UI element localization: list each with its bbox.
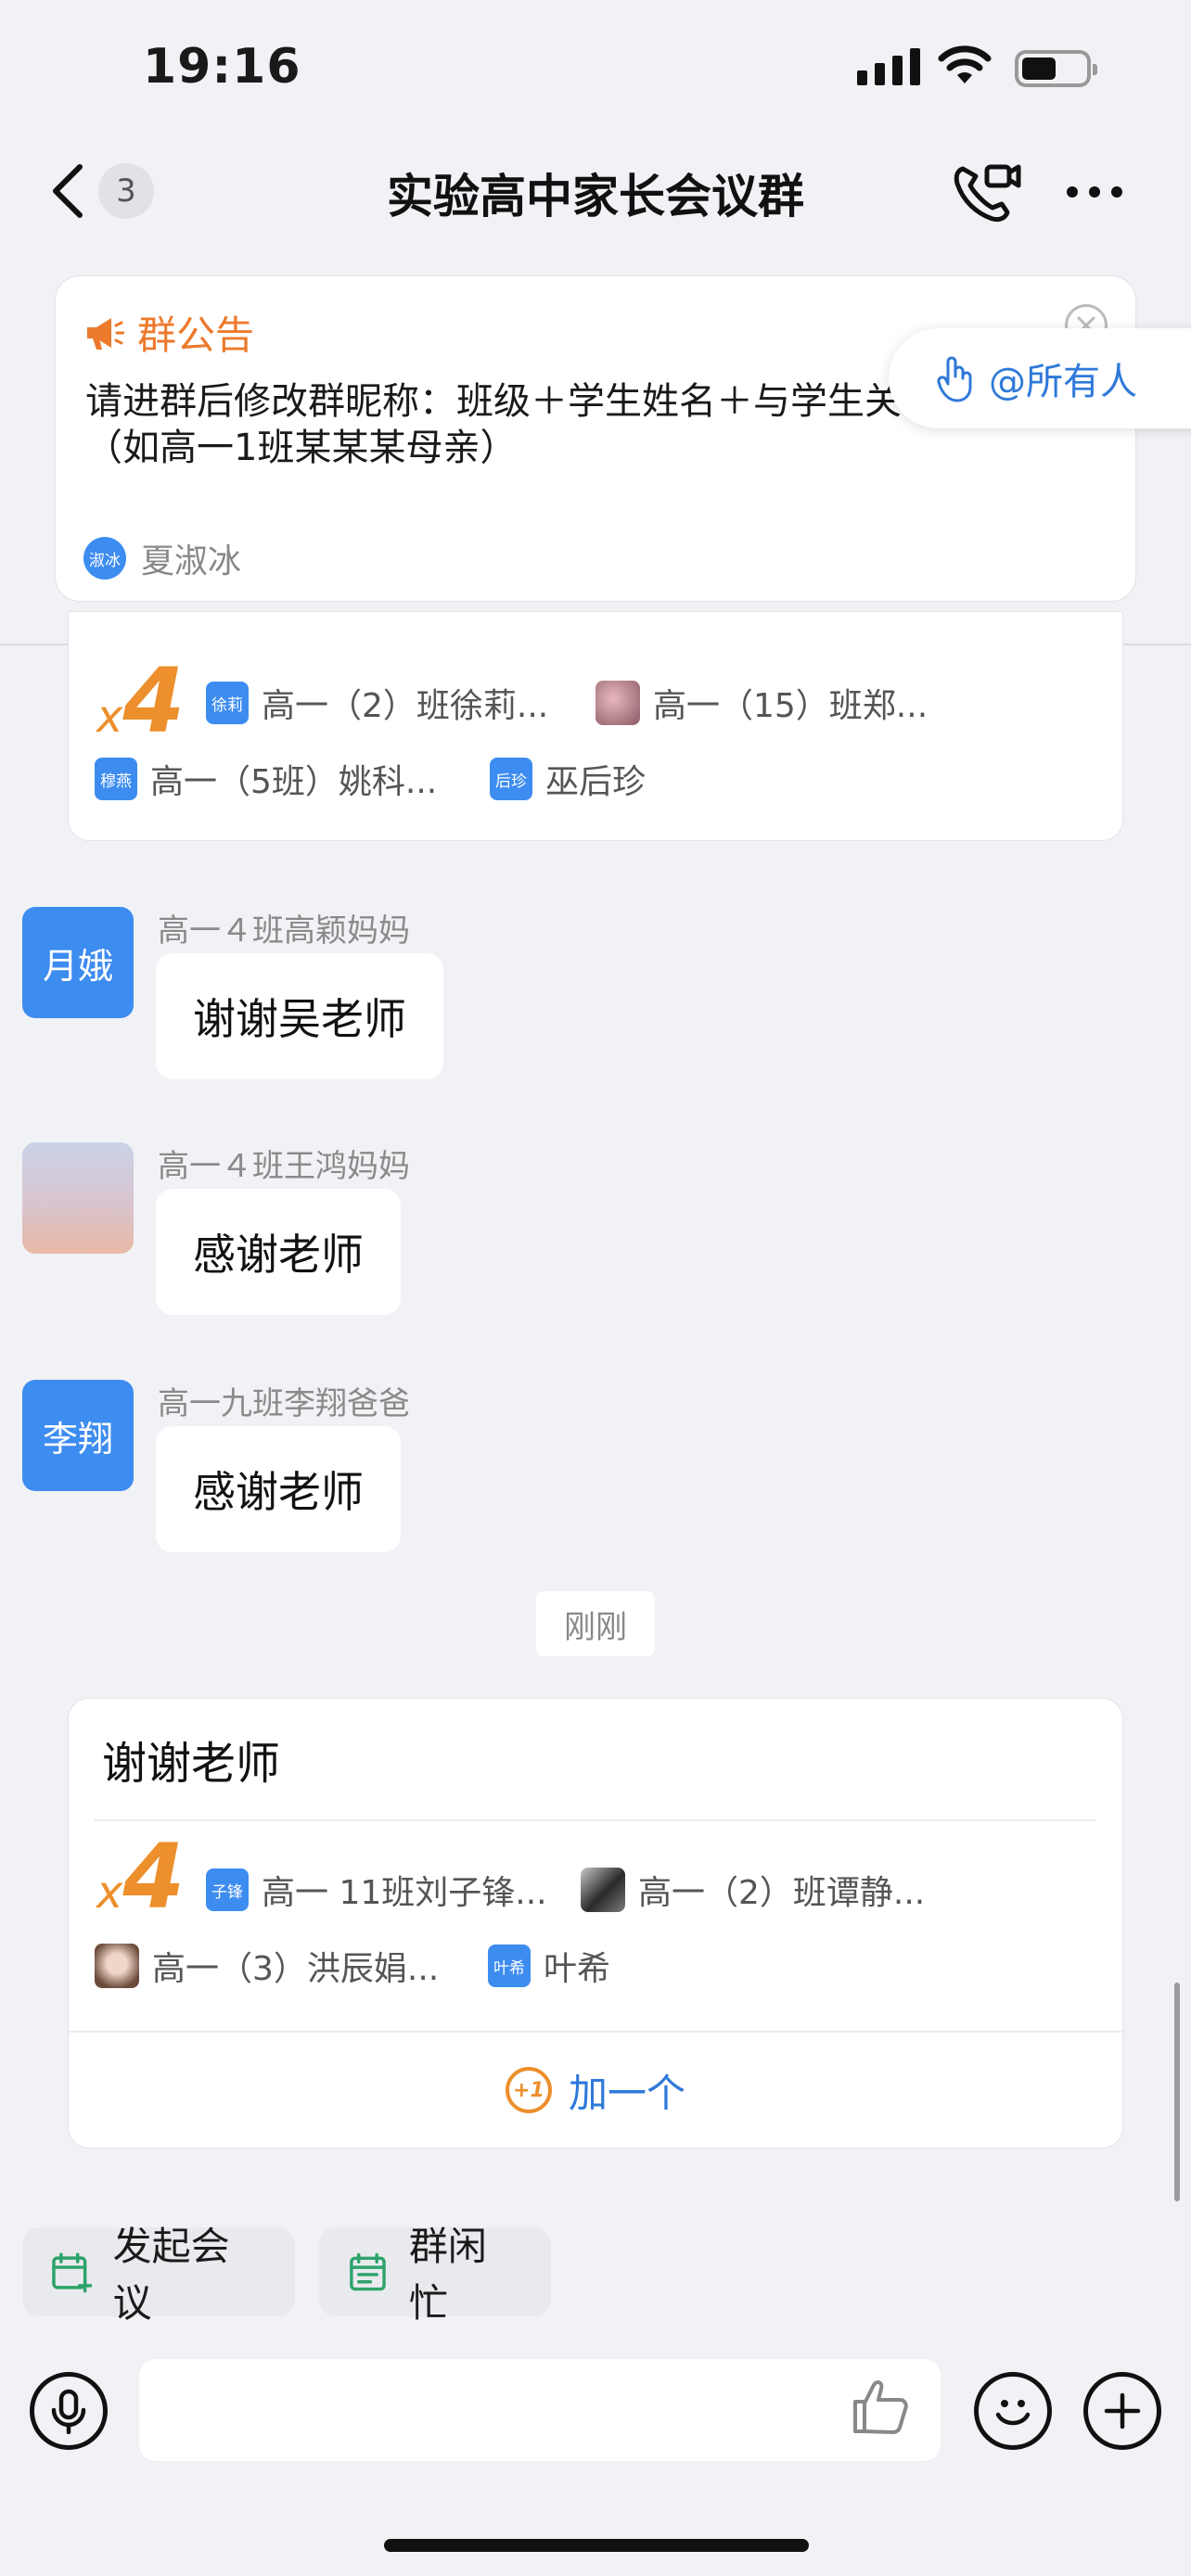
chat-message: 月娥 高一４班高颖妈妈 谢谢吴老师 xyxy=(22,907,1172,1083)
reaction-card: 谢谢老师 x4 子锋 高一 11班刘子锋... 高一（2）班谭静... 高一（3… xyxy=(69,1699,1122,2148)
thumbs-up-icon xyxy=(853,2380,908,2434)
battery-level xyxy=(1022,57,1056,80)
voice-button[interactable] xyxy=(30,2372,108,2450)
calendar-plus-icon xyxy=(52,2252,93,2293)
reaction-user[interactable]: 高一（2）班谭静... xyxy=(581,1866,925,1914)
avatar: 穆燕 xyxy=(95,758,137,800)
unread-count-badge: 3 xyxy=(98,163,154,219)
start-meeting-button[interactable]: 发起会议 xyxy=(22,2224,295,2326)
sender-name: 高一４班王鸿妈妈 xyxy=(158,1148,410,1185)
author-name: 夏淑冰 xyxy=(141,542,242,580)
call-button[interactable] xyxy=(950,159,1024,224)
input-bar xyxy=(0,2355,1191,2467)
avatar[interactable]: 月娥 xyxy=(22,907,134,1018)
reaction-count: x4 xyxy=(96,649,186,753)
start-meeting-label: 发起会议 xyxy=(112,2224,230,2326)
tap-hand-icon xyxy=(937,356,972,402)
wifi-icon xyxy=(938,45,992,83)
reaction-user[interactable]: 后珍 巫后珍 xyxy=(490,755,646,803)
sender-name: 高一４班高颖妈妈 xyxy=(158,912,410,950)
plus-icon xyxy=(1104,2392,1141,2429)
cellular-signal-icon xyxy=(857,46,920,85)
plus-one-button[interactable]: +1 加一个 xyxy=(69,2031,1122,2148)
reaction-user[interactable]: 叶希 叶希 xyxy=(488,1942,610,1990)
sender-name: 高一九班李翔爸爸 xyxy=(158,1385,410,1422)
status-time: 19:16 xyxy=(143,39,301,95)
mention-all-label: @所有人 xyxy=(989,361,1137,403)
plus-one-icon: +1 xyxy=(505,2067,552,2113)
avatar: 徐莉 xyxy=(206,682,249,724)
avatar xyxy=(95,1944,139,1988)
avatar[interactable] xyxy=(22,1142,134,1254)
announcement-author: 淑冰 夏淑冰 xyxy=(83,534,241,582)
message-bubble[interactable]: 感谢老师 xyxy=(156,1426,401,1552)
avatar: 淑冰 xyxy=(83,537,126,580)
like-button[interactable] xyxy=(848,2374,913,2439)
avatar: 叶希 xyxy=(488,1945,531,1987)
home-indicator[interactable] xyxy=(384,2539,809,2552)
avatar xyxy=(581,1868,625,1912)
avatar xyxy=(596,681,640,725)
plus-one-label: 加一个 xyxy=(568,2070,685,2116)
status-bar: 19:16 xyxy=(0,0,1191,139)
announcement-body: 请进群后修改群昵称：班级＋学生姓名＋与学生关系（如高一1班某某某母亲） xyxy=(85,380,939,469)
nav-bar: 实验高中家长会议群 3 xyxy=(0,139,1191,243)
avatar: 后珍 xyxy=(490,758,532,800)
chevron-left-icon xyxy=(53,164,83,218)
message-bubble[interactable]: 感谢老师 xyxy=(156,1189,401,1315)
message-bubble[interactable]: 谢谢吴老师 xyxy=(156,953,443,1079)
phone-video-icon xyxy=(954,164,1021,223)
time-separator: 刚刚 xyxy=(536,1591,655,1656)
reaction-count: x4 xyxy=(96,1825,186,1929)
back-button[interactable]: 3 xyxy=(46,156,176,226)
divider xyxy=(95,1819,1096,1821)
reaction-user[interactable]: 高一（3）洪辰娟... xyxy=(95,1942,439,1990)
group-busy-button[interactable]: 群闲忙 xyxy=(319,2224,551,2326)
chat-message: 李翔 高一九班李翔爸爸 感谢老师 xyxy=(22,1380,1172,1556)
avatar: 子锋 xyxy=(206,1868,249,1911)
group-announcement[interactable]: 群公告 请进群后修改群昵称：班级＋学生姓名＋与学生关系（如高一1班某某某母亲） … xyxy=(56,276,1135,601)
reaction-user[interactable]: 子锋 高一 11班刘子锋... xyxy=(206,1866,547,1914)
reaction-user[interactable]: 徐莉 高一（2）班徐莉... xyxy=(206,679,548,727)
mention-all-button[interactable]: @所有人 xyxy=(889,328,1191,428)
microphone-icon xyxy=(51,2389,86,2434)
reaction-card: x4 徐莉 高一（2）班徐莉... 高一（15）班郑... 穆燕 高一（5班）姚… xyxy=(69,612,1122,840)
reaction-message-text: 谢谢老师 xyxy=(102,1738,281,1790)
message-input[interactable] xyxy=(139,2359,941,2461)
emoji-icon xyxy=(995,2400,1031,2426)
more-button[interactable] xyxy=(1057,159,1132,224)
reaction-user[interactable]: 高一（15）班郑... xyxy=(596,679,928,727)
reaction-user[interactable]: 穆燕 高一（5班）姚科... xyxy=(95,755,437,803)
announcement-label: 群公告 xyxy=(137,312,255,358)
chat-message: 高一４班王鸿妈妈 感谢老师 xyxy=(22,1142,1172,1319)
add-button[interactable] xyxy=(1083,2372,1161,2450)
scrollbar[interactable] xyxy=(1174,1983,1180,2201)
avatar[interactable]: 李翔 xyxy=(22,1380,134,1491)
emoji-button[interactable] xyxy=(974,2372,1052,2450)
calendar-icon xyxy=(350,2252,386,2291)
announcement-header: 群公告 xyxy=(83,304,254,361)
battery-icon xyxy=(1015,50,1097,87)
group-busy-label: 群闲忙 xyxy=(408,2224,487,2326)
megaphone-icon xyxy=(87,317,124,350)
more-dots-icon xyxy=(1067,186,1078,198)
